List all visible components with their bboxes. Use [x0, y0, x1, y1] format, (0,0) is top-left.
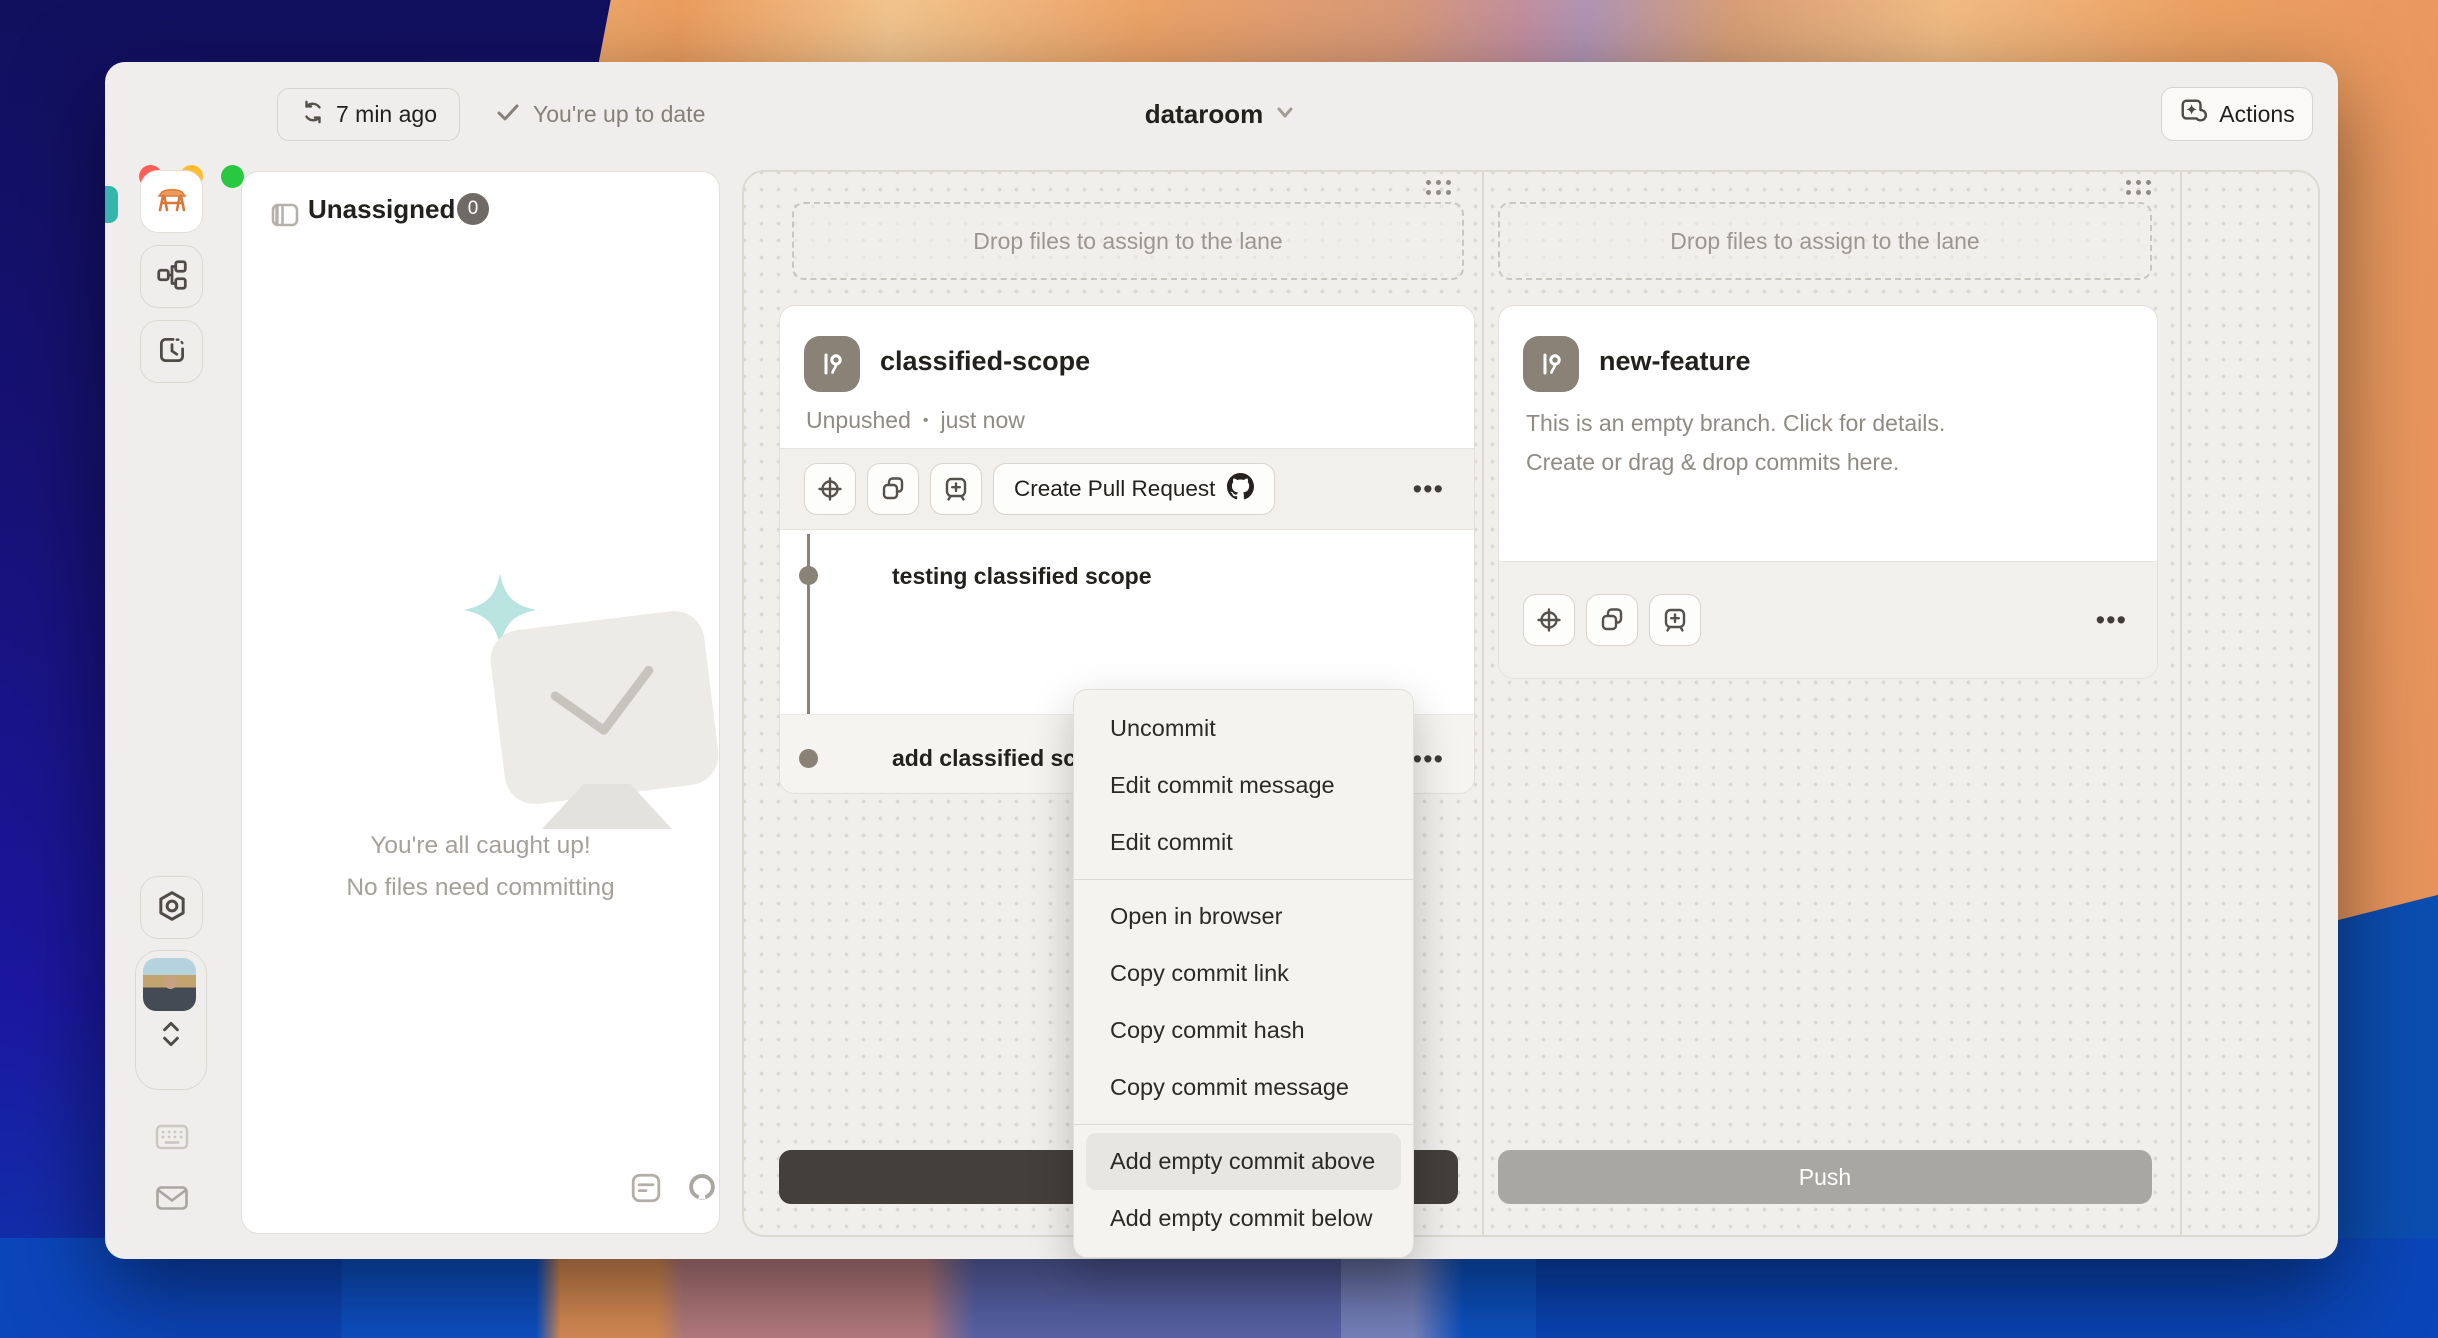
create-pull-request-button[interactable]: Create Pull Request [993, 463, 1276, 515]
menu-item-copy-commit-message[interactable]: Copy commit message [1074, 1059, 1413, 1116]
chevron-updown-icon [156, 1017, 186, 1056]
menu-item-uncommit[interactable]: Uncommit [1074, 700, 1413, 757]
drop-files-zone[interactable]: Drop files to assign to the lane [1498, 202, 2152, 280]
branch-menu-button[interactable]: ••• [2096, 607, 2127, 634]
mail-icon[interactable] [155, 1184, 189, 1217]
empty-branch-description: This is an empty branch. Click for detai… [1526, 404, 1945, 482]
commit-dot [799, 566, 818, 585]
empty-branch-line2: Create or drag & drop commits here. [1526, 449, 1900, 475]
empty-branch-line1: This is an empty branch. Click for detai… [1526, 410, 1946, 436]
fetch-time-label: 7 min ago [335, 101, 437, 127]
menu-item-copy-commit-hash[interactable]: Copy commit hash [1074, 1002, 1413, 1059]
menu-item-add-empty-commit-above[interactable]: Add empty commit above [1086, 1133, 1401, 1190]
actions-sparkle-icon [2179, 97, 2208, 131]
branch-name: new-feature [1599, 346, 1751, 376]
branch-status-line: Unpushed • just now [806, 407, 1025, 434]
chevron-down-icon [1273, 100, 1297, 129]
commit-menu-button[interactable]: ••• [1413, 745, 1444, 772]
panel-split-icon [270, 200, 300, 235]
branch-card-new-feature[interactable]: new-feature This is an empty branch. Cli… [1498, 305, 2158, 679]
sidebar-item-branches[interactable] [140, 245, 203, 308]
branch-name: classified-scope [880, 346, 1091, 376]
lane-drag-handle[interactable] [1426, 180, 1454, 198]
sidebar-item-history[interactable] [140, 320, 203, 383]
avatar [143, 958, 196, 1011]
drop-files-zone[interactable]: Drop files to assign to the lane [792, 202, 1464, 280]
target-commit-button[interactable] [1523, 594, 1575, 646]
unassigned-count-badge: 0 [457, 193, 489, 225]
menu-item-add-empty-commit-below[interactable]: Add empty commit below [1074, 1190, 1413, 1247]
branch-time: just now [940, 407, 1025, 433]
menu-divider [1074, 879, 1413, 880]
create-pr-label: Create Pull Request [1014, 476, 1216, 501]
empty-state-subtitle: No files need committing [346, 874, 615, 901]
commit-context-menu: Uncommit Edit commit message Edit commit… [1073, 689, 1414, 1258]
branch-badge-icon [804, 336, 860, 392]
menu-item-open-in-browser[interactable]: Open in browser [1074, 888, 1413, 945]
monitor-illustration [487, 607, 722, 808]
menu-item-edit-commit[interactable]: Edit commit [1074, 814, 1413, 871]
workbench-icon [154, 182, 190, 221]
dot-separator: • [922, 411, 929, 429]
actions-button[interactable]: Actions [2161, 87, 2313, 141]
push-button[interactable]: Push [1498, 1150, 2152, 1204]
actions-label: Actions [2219, 100, 2295, 127]
branches-icon [155, 258, 189, 295]
update-notch [105, 186, 118, 223]
lanes-container: Drop files to assign to the lane classif… [742, 170, 2320, 1237]
menu-item-edit-commit-message[interactable]: Edit commit message [1074, 757, 1413, 814]
menu-item-copy-commit-link[interactable]: Copy commit link [1074, 945, 1413, 1002]
settings-button[interactable] [140, 876, 203, 939]
empty-state-title: You're all caught up! [370, 832, 591, 859]
target-commit-button[interactable] [804, 463, 856, 515]
lane-drag-handle[interactable] [2126, 180, 2154, 198]
sidebar-item-workspace[interactable] [140, 170, 203, 233]
keyboard-shortcuts-icon[interactable] [155, 1124, 189, 1155]
lane-separator [1482, 172, 1484, 1235]
branch-state: Unpushed [806, 407, 911, 433]
copy-button[interactable] [867, 463, 919, 515]
desktop: 7 min ago You're up to date dataroom Act… [0, 0, 2438, 1338]
github-icon [1227, 472, 1255, 506]
branch-toolbar: Create Pull Request ••• [780, 448, 1474, 530]
check-icon [495, 99, 521, 131]
branch-menu-button[interactable]: ••• [1413, 476, 1444, 503]
up-to-date-status: You're up to date [495, 88, 705, 141]
commit-row[interactable]: testing classified scope [780, 530, 1474, 622]
commit-dot [799, 749, 818, 768]
lane-separator [2180, 172, 2182, 1235]
drop-hint-label: Drop files to assign to the lane [973, 227, 1283, 254]
unassigned-panel: Unassigned 0 You're all caught up! No fi… [241, 171, 853, 1234]
commit-message: testing classified scope [892, 562, 1152, 589]
fetch-status-button[interactable]: 7 min ago [277, 88, 460, 141]
project-switcher[interactable]: dataroom [1051, 88, 1391, 141]
history-icon [155, 333, 189, 370]
drop-hint-label: Drop files to assign to the lane [1670, 227, 1980, 254]
unassigned-title: Unassigned [308, 194, 456, 224]
branch-badge-icon [1523, 336, 1579, 392]
menu-divider [1074, 1124, 1413, 1125]
push-label: Push [1798, 1163, 1852, 1190]
branch-toolbar: ••• [1499, 561, 2157, 678]
profile-switcher[interactable] [135, 950, 207, 1090]
copy-button[interactable] [1586, 594, 1638, 646]
new-commit-button[interactable] [1649, 594, 1701, 646]
gear-icon [155, 889, 189, 926]
sync-icon [300, 99, 326, 131]
project-title: dataroom [1144, 99, 1264, 129]
open-source-icon[interactable] [686, 1172, 718, 1209]
changelog-icon[interactable] [630, 1172, 662, 1209]
up-to-date-label: You're up to date [533, 101, 706, 127]
new-commit-button[interactable] [930, 463, 982, 515]
